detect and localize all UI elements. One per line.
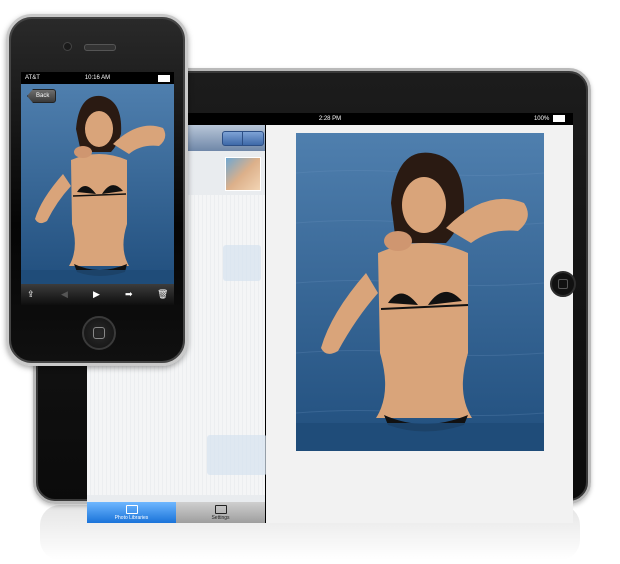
view-mode-segmented-control[interactable]: [222, 131, 264, 146]
back-button[interactable]: Back: [27, 89, 57, 103]
ipad-battery-percent: 100%: [533, 116, 550, 122]
photo-library-icon: [125, 505, 138, 514]
settings-icon: [214, 505, 227, 514]
iphone-screen: AT&T 10:16 AM Back ⇪ ◀ ▶ ➡ 🗑: [21, 72, 174, 305]
iphone-status-bar: AT&T 10:16 AM: [21, 72, 174, 84]
trash-icon[interactable]: 🗑: [157, 288, 168, 300]
photo-detail-pane: [266, 125, 573, 523]
iphone-home-button[interactable]: [82, 316, 116, 350]
arrow-left-icon[interactable]: ◀: [61, 288, 68, 300]
battery-icon: [553, 114, 565, 122]
tab-photo-libraries-label: Photo Libraries: [114, 515, 149, 521]
album-list-item[interactable]: [207, 435, 267, 475]
arrow-right-icon[interactable]: ➡: [125, 288, 133, 300]
ipad-home-button[interactable]: [550, 271, 576, 297]
album-list-item[interactable]: [223, 245, 261, 281]
iphone-device: AT&T 10:16 AM Back ⇪ ◀ ▶ ➡ 🗑: [6, 14, 188, 366]
play-icon[interactable]: ▶: [93, 288, 100, 300]
tab-photo-libraries[interactable]: Photo Libraries: [87, 502, 176, 523]
selected-photo[interactable]: [296, 133, 544, 451]
earpiece-speaker: [84, 44, 116, 51]
album-thumbnail[interactable]: [225, 157, 261, 191]
photo-viewer-image[interactable]: [21, 84, 174, 284]
tab-bar: Photo Libraries Settings: [87, 502, 265, 523]
front-camera: [63, 42, 72, 51]
tab-settings-label: Settings: [211, 515, 230, 521]
ipad-battery: 100%: [534, 113, 565, 125]
photo-toolbar: ⇪ ◀ ▶ ➡ 🗑: [21, 284, 174, 305]
battery-icon: [158, 75, 170, 82]
share-icon[interactable]: ⇪: [27, 288, 35, 300]
tab-settings[interactable]: Settings: [176, 502, 265, 523]
iphone-status-time: 10:16 AM: [84, 75, 111, 81]
